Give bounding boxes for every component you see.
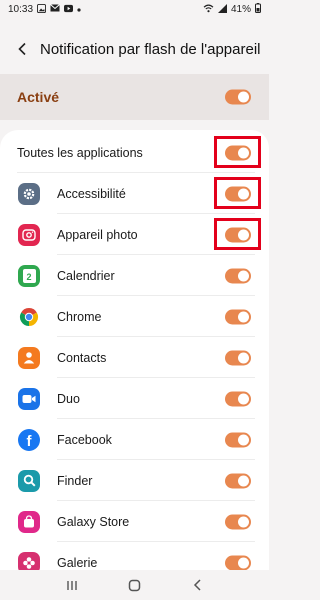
facebook-icon: f: [18, 428, 40, 451]
home-icon[interactable]: [120, 573, 150, 597]
play-icon: [64, 4, 74, 15]
signal-icon: [217, 3, 227, 15]
app-toggle[interactable]: [225, 432, 251, 447]
master-switch-row[interactable]: Activé: [0, 74, 269, 120]
back-icon[interactable]: [183, 573, 213, 597]
chrome-icon: [18, 305, 40, 328]
master-toggle[interactable]: [225, 89, 251, 105]
recents-icon[interactable]: [57, 573, 87, 597]
video-icon: [18, 387, 40, 410]
list-item-facebook[interactable]: f Facebook: [0, 419, 269, 460]
app-name: Appareil photo: [57, 227, 138, 242]
app-toggle[interactable]: [225, 514, 251, 529]
app-bar: Notification par flash de l'appareil: [0, 30, 269, 68]
app-name: Galerie: [57, 555, 98, 570]
list-item-duo[interactable]: Duo: [0, 378, 269, 419]
back-arrow-icon[interactable]: [6, 32, 40, 66]
app-name: Calendrier: [57, 268, 115, 283]
list-item-finder[interactable]: Finder: [0, 460, 269, 501]
list-item-galerie[interactable]: Galerie: [0, 542, 269, 570]
highlight-box: [214, 218, 261, 250]
gear-icon: [18, 182, 40, 205]
app-name: Accessibilité: [57, 186, 126, 201]
page-title: Notification par flash de l'appareil: [40, 40, 261, 58]
app-name: Duo: [57, 391, 80, 406]
status-bar: 10:33 41%: [0, 0, 269, 18]
battery-icon: [255, 3, 261, 15]
dot-icon: [77, 5, 81, 14]
master-switch-label: Activé: [17, 89, 60, 105]
list-item-contacts[interactable]: Contacts: [0, 337, 269, 378]
bag-icon: [18, 510, 40, 533]
app-name: Chrome: [57, 309, 102, 324]
highlight-box: [214, 136, 261, 168]
app-toggle[interactable]: [225, 309, 251, 324]
flower-icon: [18, 551, 40, 570]
app-toggle[interactable]: [225, 555, 251, 570]
list-item-galaxy-store[interactable]: Galaxy Store: [0, 501, 269, 542]
facebook-letter: f: [26, 432, 32, 450]
calendar-day: 2: [22, 268, 36, 283]
highlight-box: [214, 177, 261, 209]
app-toggle[interactable]: [225, 350, 251, 365]
person-icon: [18, 346, 40, 369]
app-toggle[interactable]: [225, 473, 251, 488]
battery-text: 41%: [230, 3, 251, 15]
status-time: 10:33: [8, 3, 34, 15]
search-icon: [18, 469, 40, 492]
list-item-chrome[interactable]: Chrome: [0, 296, 269, 337]
app-toggle[interactable]: [225, 391, 251, 406]
app-name: Facebook: [57, 432, 112, 447]
all-apps-label: Toutes les applications: [17, 145, 143, 160]
camera-icon: [18, 223, 40, 246]
system-nav-bar: [0, 570, 269, 600]
image-icon: [37, 3, 47, 15]
list-item-calendrier[interactable]: 2 Calendrier: [0, 255, 269, 296]
app-name: Contacts: [57, 350, 107, 365]
calendar-icon: 2: [18, 264, 40, 287]
app-name: Galaxy Store: [57, 514, 130, 529]
app-name: Finder: [57, 473, 93, 488]
mail-icon: [50, 4, 60, 14]
app-toggle[interactable]: [225, 268, 251, 283]
apps-list: Toutes les applications Accessibilité Ap…: [0, 130, 269, 570]
wifi-icon: [203, 4, 214, 15]
